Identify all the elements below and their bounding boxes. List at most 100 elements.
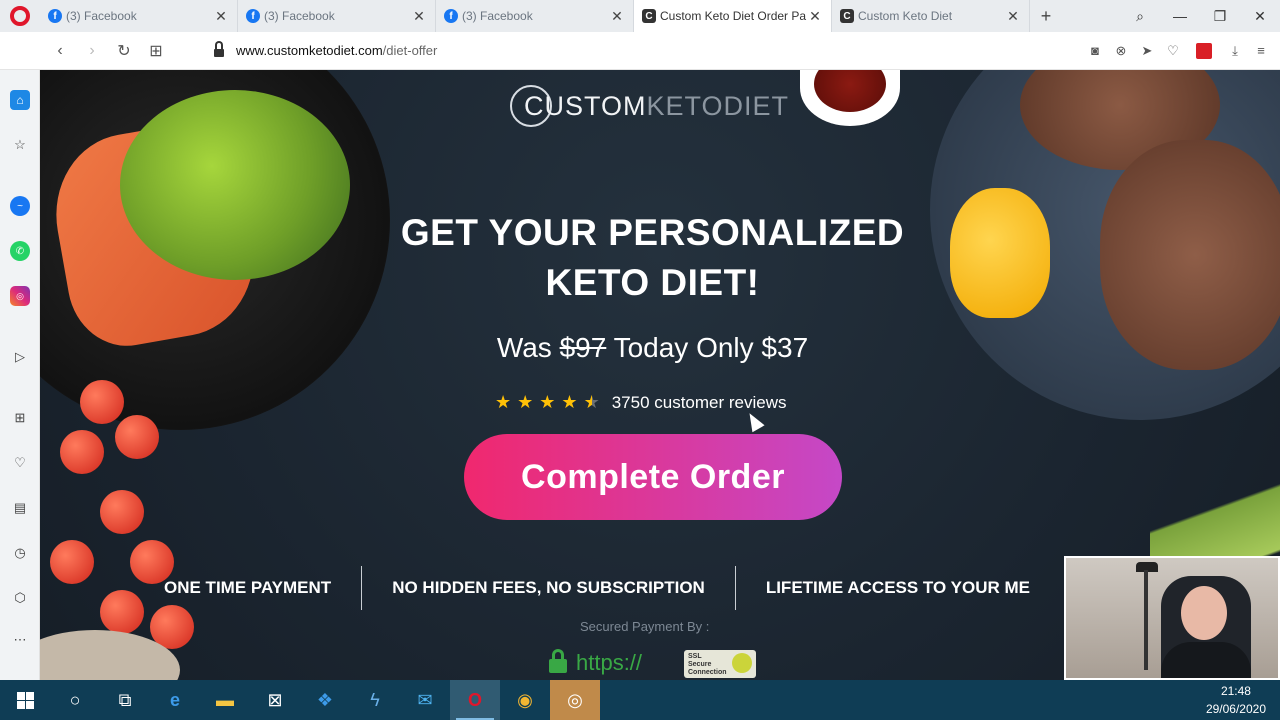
price-offer: Today Only $37 [613,332,809,363]
menu-icon[interactable]: ≡ [1250,43,1272,58]
reload-icon[interactable]: ↻ [108,41,140,61]
restore-icon[interactable]: ❐ [1200,8,1240,25]
news-icon[interactable]: ▤ [10,498,30,518]
close-tab-icon[interactable]: ✕ [609,8,625,25]
old-price: $97 [559,332,607,363]
tab-label: (3) Facebook [264,9,335,23]
opera-sidebar: ⌂ ☆ ~ ✆ ◎ ▷ ⊞ ♡ ▤ ◷ ⬡ ⋯ [0,70,40,680]
history-icon[interactable]: ◷ [10,543,30,563]
tab-strip: f (3) Facebook ✕ f (3) Facebook ✕ f (3) … [0,0,1280,32]
ssl-badge: SSL Secure Connection [684,650,756,678]
opera-menu-button[interactable] [0,0,40,32]
whatsapp-icon[interactable]: ✆ [10,241,30,261]
chrome-icon[interactable]: ◉ [500,680,550,720]
padlock-icon [548,649,568,673]
download-icon[interactable]: ⤓ [1224,43,1246,59]
lamp-pole [1144,570,1148,670]
person-torso [1161,642,1251,678]
feature-item: LIFETIME ACCESS TO YOUR ME [765,578,1030,597]
snapshot-icon[interactable]: ◙ [1084,43,1106,58]
forward-icon[interactable]: › [76,42,108,60]
file-explorer-icon[interactable]: ▬ [200,680,250,720]
star-icon: ★ [561,392,578,412]
heart-icon[interactable]: ♡ [10,453,30,473]
logo-text-custom: CUSTOM [524,90,647,121]
windows-start-button[interactable] [0,680,50,720]
url-path: /diet-offer [382,43,438,58]
tomato-image [100,490,144,534]
search-tabs-icon[interactable]: ⌕ [1120,8,1160,25]
https-text: https:// [576,650,643,675]
opera-logo-icon [10,6,30,26]
task-view-icon[interactable]: ⧉ [100,680,150,720]
home-icon[interactable]: ⌂ [10,90,30,110]
feature-divider [361,566,363,610]
ssl-seal-icon [732,653,752,673]
tab-custom-keto-order[interactable]: C Custom Keto Diet Order Pa ✕ [634,0,832,32]
half-star-icon: ★ [583,392,600,412]
tomato-image [80,380,124,424]
tab-facebook-2[interactable]: f (3) Facebook ✕ [238,0,436,32]
page-headline: GET YOUR PERSONALIZED KETO DIET! [330,208,975,308]
facebook-icon: f [246,9,260,23]
url-field[interactable]: www.customketodiet.com/diet-offer [236,43,437,58]
minimize-icon[interactable]: — [1160,8,1200,24]
recorder-icon[interactable]: ◎ [550,680,600,720]
tab-facebook-3[interactable]: f (3) Facebook ✕ [436,0,634,32]
mail-icon[interactable]: ✉ [400,680,450,720]
star-icon: ★ [495,392,512,412]
tomato-image [60,430,104,474]
tab-facebook-1[interactable]: f (3) Facebook ✕ [40,0,238,32]
close-tab-icon[interactable]: ✕ [807,8,823,25]
clock-time: 21:48 [1220,684,1251,698]
logo-text-ketodiet: KETODIET [646,90,790,121]
send-icon[interactable]: ▷ [10,347,30,367]
tabs-grid-icon[interactable]: ⊞ [140,41,172,61]
tab-label: (3) Facebook [66,9,137,23]
messenger-icon[interactable]: ~ [10,196,30,216]
secured-payment-label: Secured Payment By : [580,619,710,634]
tomato-image [50,540,94,584]
close-window-icon[interactable]: ✕ [1240,8,1280,25]
more-icon[interactable]: ⋯ [10,630,30,650]
opera-taskbar-icon[interactable]: O [450,680,500,720]
close-tab-icon[interactable]: ✕ [411,8,427,25]
toolbar-tools: ◙ ⊗ ➤ ♡ ⤓ ≡ [1084,42,1280,59]
cube-icon[interactable]: ⬡ [10,588,30,608]
rating-row: ★ ★ ★ ★ ★ 3750 customer reviews [495,392,825,413]
heart-icon[interactable]: ♡ [1162,43,1184,59]
star-icon[interactable]: ☆ [10,135,30,155]
windows-taskbar: ○ ⧉ e ▬ ⊠ ❖ ϟ ✉ O ◉ ◎ 21:48 29/06/2020 [0,680,1280,720]
customketo-icon: C [642,9,656,23]
tab-custom-keto[interactable]: C Custom Keto Diet ✕ [832,0,1030,32]
tomato-image [100,590,144,634]
back-icon[interactable]: ‹ [44,42,76,60]
new-tab-button[interactable]: + [1030,0,1062,32]
screen: f (3) Facebook ✕ f (3) Facebook ✕ f (3) … [0,0,1280,720]
greens-image [120,90,350,280]
feature-item: ONE TIME PAYMENT [164,578,332,597]
extension-icon[interactable] [1196,42,1212,59]
webcam-overlay [1064,556,1280,680]
adblock-icon[interactable]: ⊗ [1110,43,1132,59]
lock-icon[interactable] [212,40,226,57]
system-clock[interactable]: 21:48 29/06/2020 [1206,682,1280,718]
headline-line-1: GET YOUR PERSONALIZED [400,212,905,253]
store-icon[interactable]: ⊠ [250,680,300,720]
site-logo[interactable]: CUSTOM KETODIET [510,84,800,128]
instagram-icon[interactable]: ◎ [10,286,30,306]
price-prefix: Was [496,332,552,363]
windows-logo-icon [16,691,34,709]
clock-date: 29/06/2020 [1205,702,1266,716]
cortana-icon[interactable]: ○ [50,680,100,720]
edge-icon[interactable]: e [150,680,200,720]
send-icon[interactable]: ➤ [1136,43,1158,59]
close-tab-icon[interactable]: ✕ [213,8,229,25]
apps-grid-icon[interactable]: ⊞ [10,408,30,428]
app-icon[interactable]: ϟ [350,680,400,720]
url-host: www.customketodiet.com [236,43,383,58]
dropbox-icon[interactable]: ❖ [300,680,350,720]
close-tab-icon[interactable]: ✕ [1005,8,1021,25]
complete-order-button[interactable]: Complete Order [464,434,842,520]
headline-line-2: KETO DIET! [545,262,760,303]
